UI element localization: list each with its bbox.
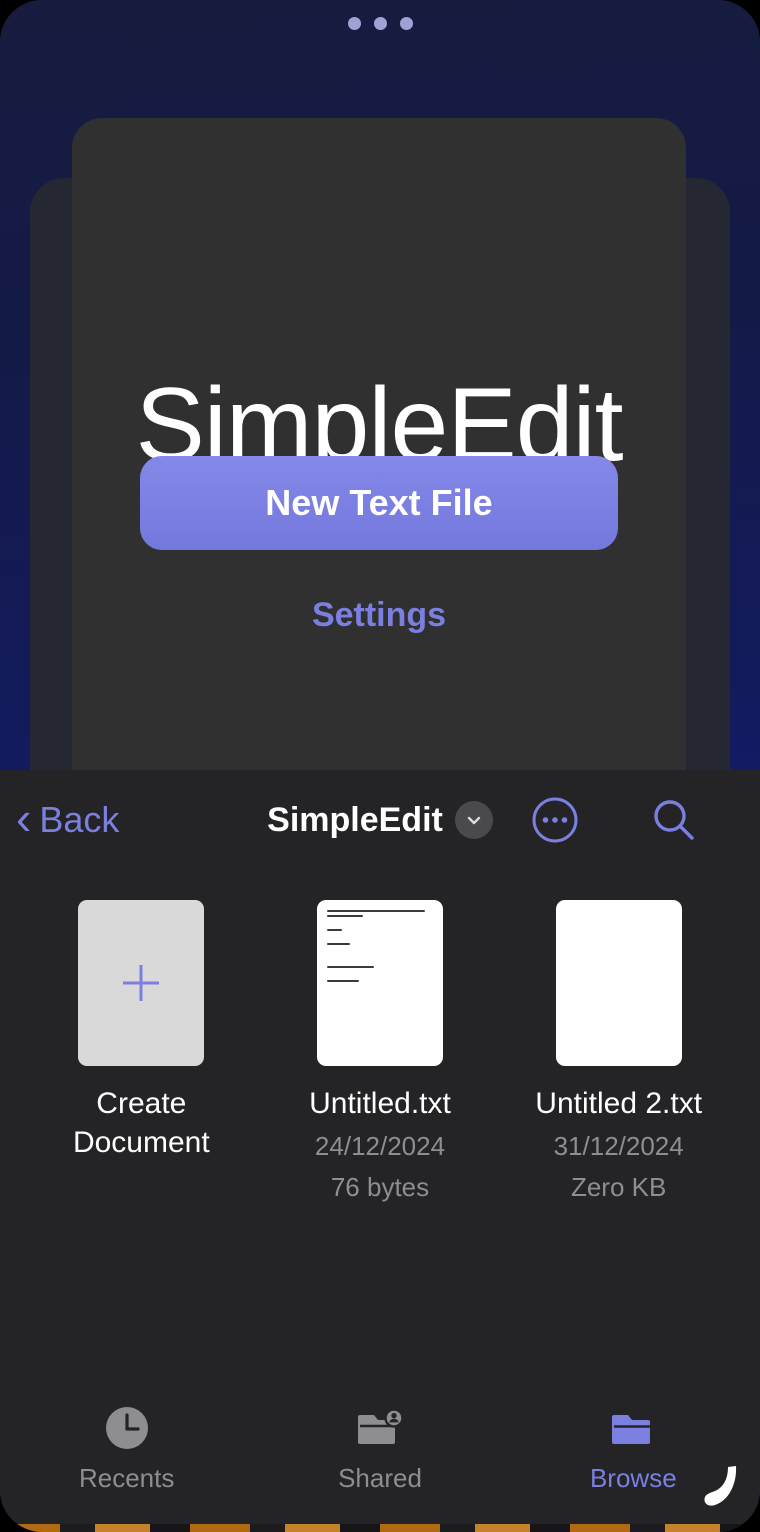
clock-icon [105, 1407, 148, 1449]
file-name: Untitled 2.txt [535, 1087, 703, 1120]
file-size: Zero KB [570, 1172, 667, 1203]
files-sheet: ‹ Back SimpleEdit Create Document Untitl… [0, 770, 760, 1532]
drag-dots-icon[interactable] [0, 17, 760, 30]
bottom-edge-strip [0, 1524, 760, 1532]
file-size: 76 bytes [330, 1172, 430, 1203]
new-text-file-button[interactable]: New Text File [140, 456, 618, 550]
folder-filled-icon [612, 1415, 651, 1444]
settings-link[interactable]: Settings [72, 596, 686, 635]
tab-label: Browse [589, 1463, 677, 1493]
folder-person-icon [357, 1408, 404, 1444]
file-date: 31/12/2024 [553, 1131, 684, 1161]
drag-dot [373, 17, 387, 30]
file-grid: Create Document Untitled.txt 24/12/2024 … [0, 870, 760, 1206]
tab-bar: Recents Shared Browse [0, 1403, 760, 1494]
tab-label: Recents [78, 1463, 175, 1493]
document-thumbnail [316, 900, 443, 1066]
device-screen: SimpleEdit New Text File Settings ‹ Back… [0, 0, 760, 1532]
ellipsis-circle-icon[interactable] [531, 796, 579, 844]
tab-browse[interactable]: Browse [507, 1403, 760, 1494]
file-name: Untitled.txt [309, 1087, 451, 1120]
nav-title: SimpleEdit [267, 800, 443, 839]
nav-title-group: SimpleEdit [0, 801, 760, 840]
file-date: 24/12/2024 [314, 1131, 446, 1161]
tab-label: Shared [338, 1463, 422, 1493]
navigation-bar: ‹ Back SimpleEdit [0, 770, 760, 870]
tab-recents[interactable]: Recents [0, 1403, 253, 1494]
search-icon[interactable] [650, 796, 698, 844]
plus-icon [123, 965, 160, 1001]
app-launch-card: SimpleEdit New Text File Settings [72, 118, 686, 818]
tab-shared[interactable]: Shared [253, 1403, 506, 1494]
thumbnail-text-lines [326, 910, 433, 985]
create-document-thumbnail [78, 900, 205, 1066]
drag-dot [399, 17, 413, 30]
file-item[interactable]: Untitled.txt 24/12/2024 76 bytes [261, 900, 500, 1206]
file-name: Create Document [72, 1087, 210, 1159]
chevron-down-icon[interactable] [454, 801, 493, 839]
file-item[interactable]: Untitled 2.txt 31/12/2024 Zero KB [499, 900, 738, 1206]
document-thumbnail [555, 900, 682, 1066]
create-document-item[interactable]: Create Document [22, 900, 261, 1206]
drag-dot [347, 17, 361, 30]
